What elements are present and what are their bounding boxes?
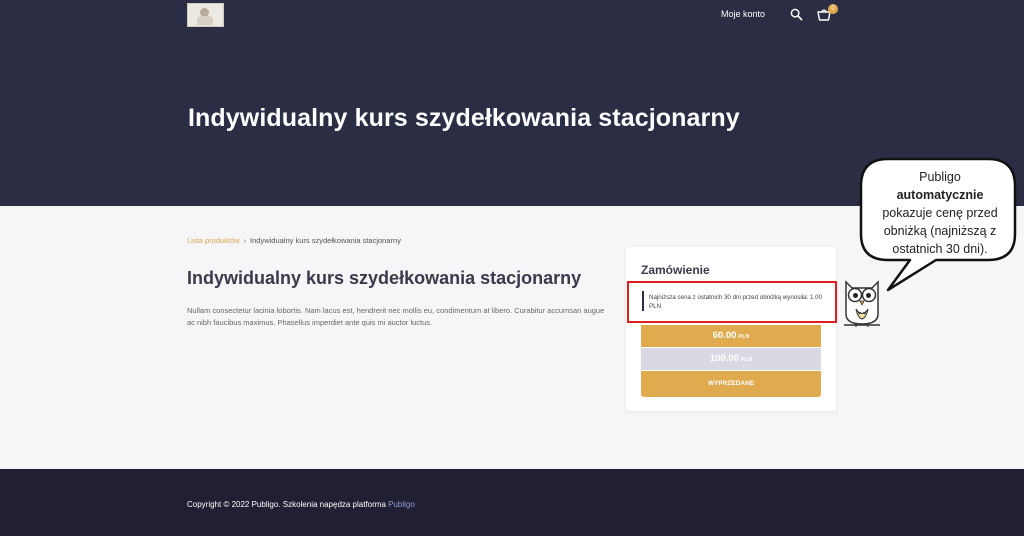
owl-mascot-icon	[844, 280, 880, 327]
breadcrumb-products-link[interactable]: Lista produktów	[187, 236, 240, 245]
lowest-price-text: Najniższa cena z ostatnich 30 dni przed …	[649, 294, 823, 310]
copyright-text: Copyright © 2022 Publigo. Szkolenia napę…	[187, 500, 415, 509]
breadcrumb-current: Indywidualny kurs szydełkowania stacjona…	[250, 236, 401, 245]
callout-line-1: Publigo	[919, 170, 961, 184]
current-price-button[interactable]: 60.00 PLN	[641, 325, 821, 347]
old-price-value: 100.00	[709, 353, 740, 364]
hero-title: Indywidualny kurs szydełkowania stacjona…	[188, 104, 740, 132]
order-card: Zamówienie Najniższa cena z ostatnich 30…	[626, 247, 837, 411]
search-icon[interactable]	[790, 8, 803, 21]
lowest-price-notice: Najniższa cena z ostatnich 30 dni przed …	[627, 281, 837, 323]
callout-line-3: pokazuje cenę przed obniżką (najniższą z…	[882, 206, 998, 256]
notice-accent-bar	[642, 291, 644, 311]
breadcrumb-separator: ›	[243, 236, 247, 245]
callout-text: Publigo automatycznie pokazuje cenę prze…	[870, 168, 1010, 258]
callout-bold-text: automatycznie	[896, 188, 984, 202]
page-footer: Copyright © 2022 Publigo. Szkolenia napę…	[0, 469, 1024, 536]
product-title: Indywidualny kurs szydełkowania stacjona…	[187, 268, 582, 288]
sold-out-button[interactable]: WYPRZEDANE	[641, 371, 821, 397]
order-heading: Zamówienie	[641, 263, 710, 277]
breadcrumb: Lista produktów › Indywidualny kurs szydeł…	[187, 236, 401, 245]
product-description: Nullam consectetur lacinia lobortis. Nam…	[187, 306, 605, 327]
site-logo[interactable]	[187, 3, 224, 27]
logo-figure-body	[197, 16, 213, 25]
copyright-label: Copyright © 2022 Publigo. Szkolenia napę…	[187, 500, 389, 509]
publigo-footer-link[interactable]: Publigo	[388, 500, 415, 509]
my-account-link[interactable]: Moje konto	[721, 9, 765, 19]
old-price-display: 100.00 PLN	[641, 348, 821, 370]
current-price-currency: PLN	[738, 334, 750, 340]
current-price-value: 60.00	[712, 330, 737, 341]
cart-count-badge: 0	[828, 4, 838, 14]
old-price-currency: PLN	[741, 357, 753, 363]
